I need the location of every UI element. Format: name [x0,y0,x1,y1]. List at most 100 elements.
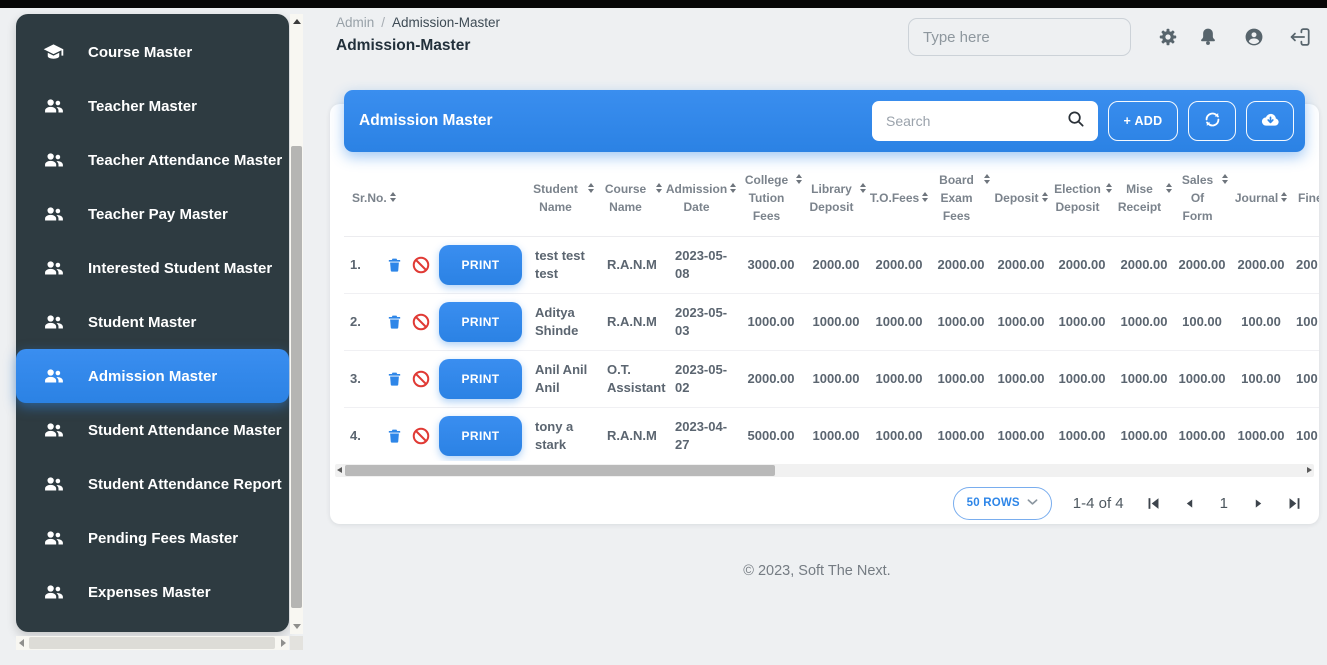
print-button[interactable]: PRINT [439,359,522,399]
sort-icon[interactable] [730,183,736,193]
sidebar-item-label: Student Attendance Report [88,476,282,493]
account-user-icon[interactable] [1243,26,1265,48]
prev-page-button[interactable] [1183,497,1196,510]
table-row: 3.PRINTAnil Anil AnilO.T. Assistant2023-… [344,351,1319,408]
ban-icon[interactable] [411,426,431,446]
sidebar-vertical-scroll-thumb[interactable] [291,146,302,608]
chevron-down-icon [1027,497,1038,509]
refresh-button[interactable] [1188,101,1236,141]
column-header-admission-date[interactable]: Admission Date [664,160,738,237]
column-header-college-tution-fees[interactable]: College Tution Fees [738,160,804,237]
sidebar-item-teacher-master[interactable]: Teacher Master [16,79,289,133]
add-button[interactable]: + ADD [1108,101,1178,141]
breadcrumb-root[interactable]: Admin [336,15,374,30]
scroll-right-arrow-icon[interactable] [281,639,286,647]
cell-amount: 2000.00 [992,237,1050,294]
cell-amount: 1000.00 [1174,408,1230,462]
column-header-sales-of-form[interactable]: Sales Of Form [1174,160,1230,237]
sidebar-item-course-master[interactable]: Course Master [16,25,289,79]
download-button[interactable] [1246,101,1294,141]
column-header-t-o-fees[interactable]: T.O.Fees [868,160,930,237]
print-button[interactable]: PRINT [439,416,522,456]
ban-icon[interactable] [411,312,431,332]
next-page-button[interactable] [1252,497,1265,510]
breadcrumb-current: Admission-Master [392,15,500,30]
column-header-sr-no[interactable]: Sr.No. [344,160,384,237]
settings-gear-icon[interactable] [1157,26,1179,48]
sort-icon[interactable] [1281,192,1287,202]
rows-per-page-label: 50 ROWS [967,497,1020,509]
sidebar-item-student-attendance-report[interactable]: Student Attendance Report [16,457,289,511]
sort-icon[interactable] [1042,192,1048,202]
sidebar-item-label: Student Master [88,314,196,331]
scroll-left-arrow-icon[interactable] [337,467,342,473]
cloud-download-icon [1260,109,1281,133]
sort-icon[interactable] [796,174,802,184]
sort-icon[interactable] [1106,183,1112,193]
global-search-input[interactable] [908,18,1131,56]
delete-icon[interactable] [386,256,403,274]
sidebar-item-admission-master[interactable]: Admission Master [16,349,289,403]
sort-icon[interactable] [922,192,928,202]
table-scroll-thumb[interactable] [345,465,775,476]
cell-amount: 1000.00 [804,408,868,462]
cell-admission-date: 2023-04-27 [664,408,738,462]
ban-icon[interactable] [411,255,431,275]
sidebar-item-student-master[interactable]: Student Master [16,295,289,349]
column-header-board-exam-fees[interactable]: Board Exam Fees [930,160,992,237]
column-header-library-deposit[interactable]: Library Deposit [804,160,868,237]
scroll-down-arrow-icon[interactable] [293,624,301,629]
sidebar-item-teacher-attendance-master[interactable]: Teacher Attendance Master [16,133,289,187]
column-header-student-name[interactable]: Student Name [524,160,596,237]
sidebar-item-interested-student-master[interactable]: Interested Student Master [16,241,289,295]
current-page[interactable]: 1 [1217,495,1231,512]
sort-icon[interactable] [1222,174,1228,184]
sidebar-item-pending-fees-master[interactable]: Pending Fees Master [16,511,289,565]
scrollbar-corner [290,636,303,650]
column-header-label: Fine [1298,189,1319,207]
last-page-button[interactable] [1286,495,1303,512]
rows-per-page-button[interactable]: 50 ROWS [953,487,1052,520]
scroll-up-arrow-icon[interactable] [293,19,301,24]
scroll-left-arrow-icon[interactable] [19,639,24,647]
first-page-button[interactable] [1145,495,1162,512]
sidebar-item-label: Teacher Attendance Master [88,152,282,169]
sort-icon[interactable] [1166,183,1172,193]
table-search-input[interactable] [884,112,1066,130]
sort-icon[interactable] [656,183,662,193]
table-horizontal-scrollbar[interactable] [335,464,1314,477]
column-header-course-name[interactable]: Course Name [596,160,664,237]
sidebar-item-label: Student Attendance Master [88,422,282,439]
column-header-journal[interactable]: Journal [1230,160,1292,237]
cell-amount: 1000.00 [1050,351,1114,408]
print-button[interactable]: PRINT [439,302,522,342]
sidebar-horizontal-scroll-thumb[interactable] [29,637,275,649]
print-button[interactable]: PRINT [439,245,522,285]
sort-icon[interactable] [390,192,396,202]
scroll-right-arrow-icon[interactable] [1307,467,1312,473]
column-header-mise-receipt[interactable]: Mise Receipt [1114,160,1174,237]
sidebar-item-expenses-master[interactable]: Expenses Master [16,565,289,619]
cell-srno: 3. [344,351,384,408]
sidebar-item-teacher-pay-master[interactable]: Teacher Pay Master [16,187,289,241]
delete-icon[interactable] [386,370,403,388]
sort-icon[interactable] [588,183,594,193]
delete-icon[interactable] [386,427,403,445]
sidebar-horizontal-scrollbar[interactable] [16,636,289,650]
logout-icon[interactable] [1289,26,1311,48]
sort-icon[interactable] [984,174,990,184]
notifications-bell-icon[interactable] [1197,26,1219,48]
cell-actions: PRINT [384,294,524,351]
sort-icon[interactable] [860,183,866,193]
cell-amount: 1000.00 [992,351,1050,408]
user-group-icon [42,473,65,496]
delete-icon[interactable] [386,313,403,331]
column-header-deposit[interactable]: Deposit [992,160,1050,237]
ban-icon[interactable] [411,369,431,389]
user-group-icon [42,581,65,604]
sidebar-vertical-scrollbar[interactable] [290,14,303,634]
sidebar-item-student-attendance-master[interactable]: Student Attendance Master [16,403,289,457]
column-header-election-deposit[interactable]: Election Deposit [1050,160,1114,237]
cell-course-name: R.A.N.M [596,408,664,462]
card-title: Admission Master [359,112,493,130]
